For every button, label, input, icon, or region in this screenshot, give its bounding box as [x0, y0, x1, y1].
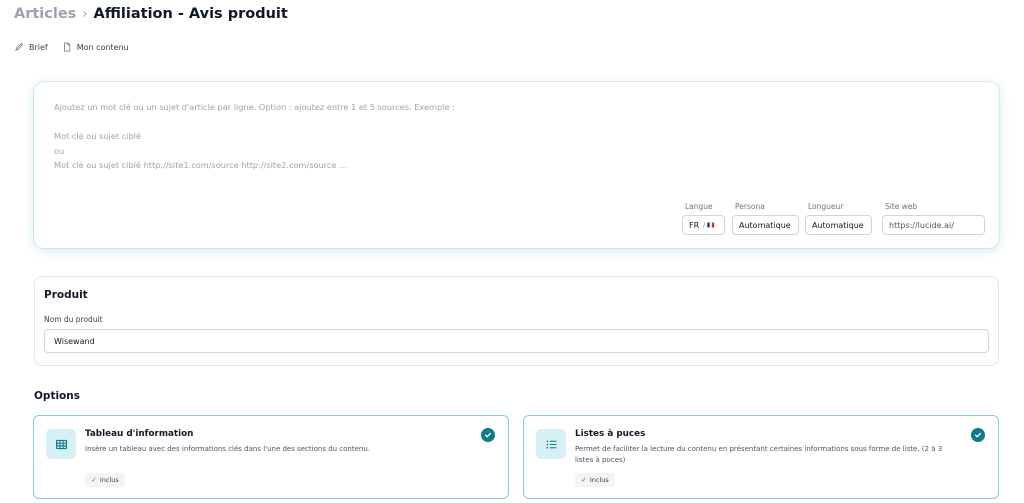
list-icon	[536, 429, 566, 459]
options-title: Options	[34, 390, 80, 402]
option-card-tableau[interactable]: Tableau d'information Insère un tableau …	[33, 415, 509, 499]
check-icon: ✓	[581, 476, 587, 484]
subnav-item-mon-contenu[interactable]: Mon contenu	[62, 42, 129, 52]
document-icon	[63, 42, 70, 52]
keyword-input-card: Ajoutez un mot clé ou un sujet d'article…	[34, 82, 999, 248]
checkmark-icon[interactable]	[481, 428, 495, 442]
option-description: Insère un tableau avec des informations …	[85, 445, 371, 453]
table-icon	[46, 429, 76, 459]
option-description: Permet de faciliter la lecture du conten…	[575, 445, 943, 464]
subnav-label: Brief	[29, 42, 48, 52]
length-select[interactable]: Automatique	[805, 215, 872, 235]
breadcrumb: Articles › Affiliation - Avis produit	[14, 6, 288, 22]
subnav-item-brief[interactable]: Brief	[14, 42, 48, 52]
pencil-icon	[15, 42, 24, 51]
breadcrumb-articles-link[interactable]: Articles	[14, 6, 76, 22]
included-badge: ✓ Inclus	[85, 473, 125, 487]
website-select[interactable]: https://lucide.ai/	[882, 215, 985, 235]
product-name-label: Nom du produit	[44, 315, 103, 324]
option-title: Tableau d'information	[85, 429, 194, 439]
persona-label: Persona	[735, 202, 765, 211]
product-name-input[interactable]: Wisewand	[44, 329, 989, 353]
language-label: Langue	[685, 202, 713, 211]
page-title: Affiliation - Avis produit	[93, 6, 288, 22]
checkmark-icon[interactable]	[971, 428, 985, 442]
language-select[interactable]: FR / 🇫🇷	[682, 215, 725, 235]
chevron-right-icon: ›	[82, 6, 88, 22]
persona-setting: Persona Automatique	[732, 202, 799, 235]
option-card-listes[interactable]: Listes à puces Permet de faciliter la le…	[523, 415, 999, 499]
check-icon: ✓	[91, 476, 97, 484]
language-value: FR	[689, 220, 700, 230]
included-badge: ✓ Inclus	[575, 473, 615, 487]
subnav: Brief Mon contenu	[14, 42, 129, 52]
language-setting: Langue FR / 🇫🇷	[682, 202, 725, 235]
subnav-label: Mon contenu	[76, 42, 129, 52]
product-section-title: Produit	[44, 289, 88, 301]
flag-icon: / 🇫🇷	[703, 221, 715, 229]
badge-label: Inclus	[99, 476, 119, 484]
option-title: Listes à puces	[575, 429, 646, 439]
persona-select[interactable]: Automatique	[732, 215, 799, 235]
length-setting: Longueur Automatique	[805, 202, 872, 235]
length-label: Longueur	[808, 202, 844, 211]
page: Articles › Affiliation - Avis produit Br…	[0, 0, 1024, 503]
website-label: Site web	[885, 202, 918, 211]
product-card: Produit Nom du produit Wisewand	[34, 276, 999, 366]
website-setting: Site web https://lucide.ai/	[882, 202, 985, 235]
keyword-textarea[interactable]: Ajoutez un mot clé ou un sujet d'article…	[54, 100, 954, 173]
badge-label: Inclus	[589, 476, 609, 484]
